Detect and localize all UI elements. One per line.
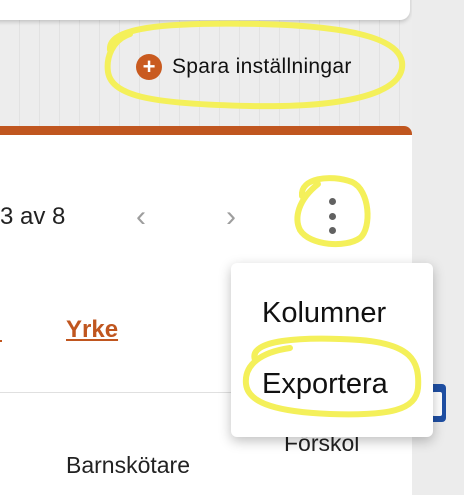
column-header-partial[interactable]	[0, 320, 2, 342]
plus-circle-icon: +	[136, 54, 162, 80]
save-settings-label: Spara inställningar	[172, 55, 352, 78]
menu-item-kolumner[interactable]: Kolumner	[262, 297, 386, 330]
column-header-yrke[interactable]: Yrke	[66, 316, 118, 344]
top-card	[0, 0, 410, 20]
table-cell-yrke: Barnskötare	[66, 452, 191, 478]
pager-count: 3 av 8	[0, 203, 66, 230]
save-settings-button[interactable]: + Spara inställningar	[136, 52, 352, 82]
kebab-menu-icon[interactable]	[323, 198, 341, 234]
chevron-right-icon[interactable]: ›	[226, 202, 236, 232]
overflow-menu: Kolumner Exportera	[231, 263, 433, 437]
menu-item-exportera[interactable]: Exportera	[262, 368, 388, 401]
chevron-left-icon[interactable]: ‹	[136, 202, 146, 232]
